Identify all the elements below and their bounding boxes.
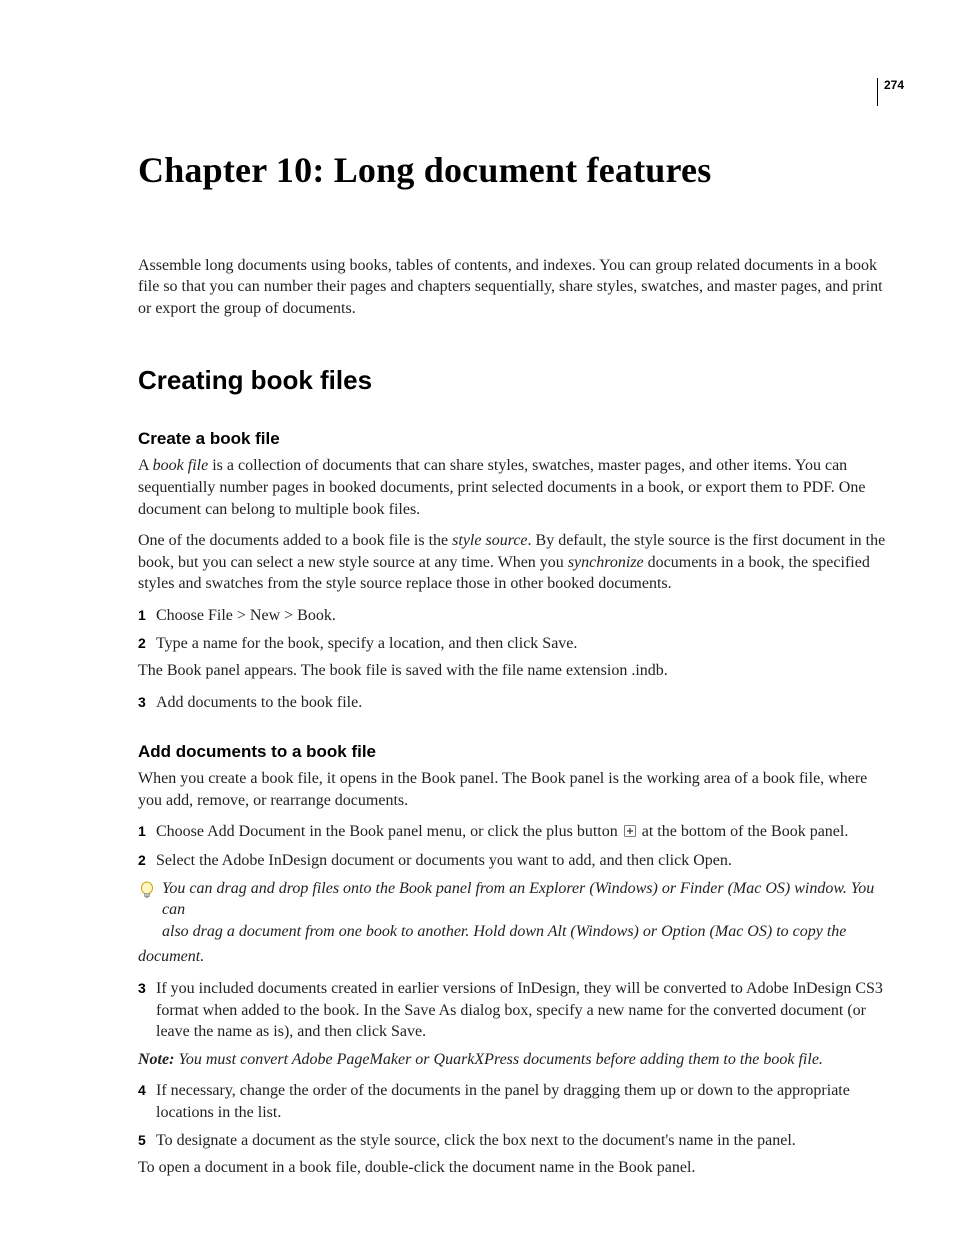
tip-text-continuation: document. [138, 946, 894, 968]
section-heading: Creating book files [138, 363, 894, 398]
step-number: 5 [138, 1130, 156, 1151]
step-number: 2 [138, 633, 156, 654]
tip-line: You can drag and drop files onto the Boo… [162, 880, 874, 919]
numbered-step: 1 Choose Add Document in the Book panel … [138, 821, 894, 844]
subsection-create-book-file: Create a book file [138, 428, 894, 451]
body-paragraph: When you create a book file, it opens in… [138, 768, 894, 811]
document-page: 274 Chapter 10: Long document features A… [0, 0, 954, 1249]
chapter-title: Chapter 10: Long document features [138, 146, 894, 195]
note-paragraph: Note: You must convert Adobe PageMaker o… [138, 1049, 894, 1071]
numbered-step: 3 If you included documents created in e… [138, 978, 894, 1043]
subsection-add-documents: Add documents to a book file [138, 741, 894, 764]
text-fragment: is a collection of documents that can sh… [138, 457, 865, 517]
italic-term-synchronize: synchronize [568, 554, 644, 571]
numbered-step: 5 To designate a document as the style s… [138, 1130, 894, 1152]
note-label: Note: [138, 1051, 174, 1068]
page-number: 274 [877, 78, 904, 106]
step-text: Select the Adobe InDesign document or do… [156, 850, 894, 872]
text-fragment: A [138, 457, 153, 474]
step-text: Choose Add Document in the Book panel me… [156, 821, 894, 844]
step-text: Add documents to the book file. [156, 692, 894, 714]
step-text: If you included documents created in ear… [156, 978, 894, 1043]
italic-term-book-file: book file [153, 457, 209, 474]
plus-button-icon [624, 822, 636, 844]
chapter-intro: Assemble long documents using books, tab… [138, 255, 894, 320]
step-text: Choose File > New > Book. [156, 605, 894, 627]
step-text: To designate a document as the style sou… [156, 1130, 894, 1152]
text-fragment: One of the documents added to a book fil… [138, 532, 452, 549]
numbered-step: 4 If necessary, change the order of the … [138, 1080, 894, 1123]
note-text: You must convert Adobe PageMaker or Quar… [174, 1051, 822, 1068]
step-number: 3 [138, 978, 156, 999]
numbered-step: 3 Add documents to the book file. [138, 692, 894, 714]
numbered-step: 2 Type a name for the book, specify a lo… [138, 633, 894, 655]
italic-term-style-source: style source [452, 532, 527, 549]
step-text: Type a name for the book, specify a loca… [156, 633, 894, 655]
step-number: 3 [138, 692, 156, 713]
step-number: 1 [138, 821, 156, 842]
body-paragraph: A book file is a collection of documents… [138, 455, 894, 520]
numbered-step: 1 Choose File > New > Book. [138, 605, 894, 627]
page-number-value: 274 [884, 78, 904, 92]
step-text: If necessary, change the order of the do… [156, 1080, 894, 1123]
numbered-step: 2 Select the Adobe InDesign document or … [138, 850, 894, 872]
body-paragraph: The Book panel appears. The book file is… [138, 660, 894, 682]
tip-callout: You can drag and drop files onto the Boo… [138, 878, 894, 943]
text-fragment: Choose Add Document in the Book panel me… [156, 823, 622, 840]
step-number: 4 [138, 1080, 156, 1101]
step-number: 1 [138, 605, 156, 626]
tip-text: You can drag and drop files onto the Boo… [162, 878, 894, 943]
body-paragraph: One of the documents added to a book fil… [138, 530, 894, 595]
lightbulb-icon [138, 878, 162, 902]
text-fragment: at the bottom of the Book panel. [638, 823, 849, 840]
step-number: 2 [138, 850, 156, 871]
tip-line: also drag a document from one book to an… [162, 923, 846, 940]
body-paragraph: To open a document in a book file, doubl… [138, 1157, 894, 1179]
